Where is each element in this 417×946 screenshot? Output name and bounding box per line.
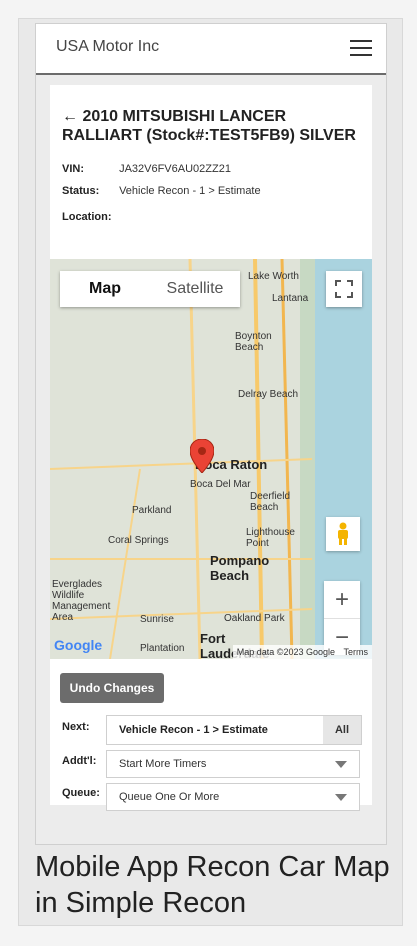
next-label: Next: <box>62 721 90 733</box>
queue-select[interactable]: Queue One Or More <box>106 783 360 811</box>
addtl-label: Addt'l: <box>62 755 97 767</box>
chevron-down-icon <box>335 793 347 801</box>
vin-row: VIN: JA32V6FV6AU02ZZ21 <box>62 163 231 175</box>
screenshot-caption: Mobile App Recon Car Map in Simple Recon <box>35 851 390 919</box>
location-row: Location: <box>62 211 116 223</box>
map-label: Boca Del Mar <box>190 479 251 490</box>
map-label: Plantation <box>140 643 185 654</box>
map-label: Lighthouse Point <box>246 527 295 549</box>
main-content: ← 2010 MITSUBISHI LANCER RALLIART (Stock… <box>36 75 386 844</box>
queue-label: Queue: <box>62 787 100 799</box>
map-attribution: Map data ©2023 Google Terms <box>232 645 372 659</box>
map-label: Coral Springs <box>108 535 169 546</box>
next-all-button[interactable]: All <box>323 716 361 744</box>
map-label: Boynton Beach <box>235 331 272 353</box>
attribution-text: Map data ©2023 Google <box>236 647 335 657</box>
location-pin-icon[interactable] <box>190 439 214 473</box>
status-row: Status: Vehicle Recon - 1 > Estimate <box>62 185 261 197</box>
map-label: Everglades Wildlife Management Area <box>52 579 111 623</box>
zoom-in-button[interactable]: + <box>324 581 360 618</box>
terms-link[interactable]: Terms <box>344 647 369 657</box>
queue-select-value: Queue One Or More <box>119 791 220 803</box>
map-label: Oakland Park <box>224 613 285 624</box>
location-label: Location: <box>62 211 112 223</box>
location-map[interactable]: Map Satellite Lake Worth Lantana Boynton… <box>50 259 372 659</box>
map-label: Delray Beach <box>238 389 299 400</box>
vin-label: VIN: <box>62 163 84 175</box>
next-step-value[interactable]: Vehicle Recon - 1 > Estimate <box>107 716 323 744</box>
brand-name[interactable]: USA Motor Inc <box>56 38 159 56</box>
zoom-controls: + − <box>324 581 360 655</box>
vehicle-title[interactable]: ← 2010 MITSUBISHI LANCER RALLIART (Stock… <box>62 107 367 145</box>
top-navbar: USA Motor Inc <box>36 24 386 75</box>
map-label: Lantana <box>272 293 309 304</box>
vin-value: JA32V6FV6AU02ZZ21 <box>119 163 231 175</box>
map-label: Pompano Beach <box>210 553 270 583</box>
chevron-down-icon <box>335 760 347 768</box>
google-logo-text: Google <box>54 637 103 653</box>
map-label: Sunrise <box>140 614 174 625</box>
map-type-toggle: Map Satellite <box>60 271 240 307</box>
addtl-select-value: Start More Timers <box>119 758 207 770</box>
street-view-pegman-icon[interactable] <box>326 517 360 551</box>
satellite-tab[interactable]: Satellite <box>150 271 240 307</box>
map-label: Deerfield Beach <box>250 491 291 513</box>
map-label: Parkland <box>132 505 172 516</box>
undo-changes-button[interactable]: Undo Changes <box>60 673 164 703</box>
app-screen: USA Motor Inc ← 2010 MITSUBISHI LANCER R… <box>35 23 387 845</box>
status-label: Status: <box>62 185 100 197</box>
status-value: Vehicle Recon - 1 > Estimate <box>119 185 261 197</box>
google-logo: Google <box>54 637 102 653</box>
hamburger-menu-icon[interactable] <box>350 40 372 56</box>
fullscreen-icon[interactable] <box>326 271 362 307</box>
screenshot-frame: USA Motor Inc ← 2010 MITSUBISHI LANCER R… <box>18 18 403 926</box>
addtl-timers-select[interactable]: Start More Timers <box>106 750 360 778</box>
next-step-selector[interactable]: Vehicle Recon - 1 > Estimate All <box>106 715 362 745</box>
vehicle-card: ← 2010 MITSUBISHI LANCER RALLIART (Stock… <box>50 85 372 811</box>
map-tab[interactable]: Map <box>60 271 150 307</box>
map-label: Lake Worth <box>248 271 299 282</box>
